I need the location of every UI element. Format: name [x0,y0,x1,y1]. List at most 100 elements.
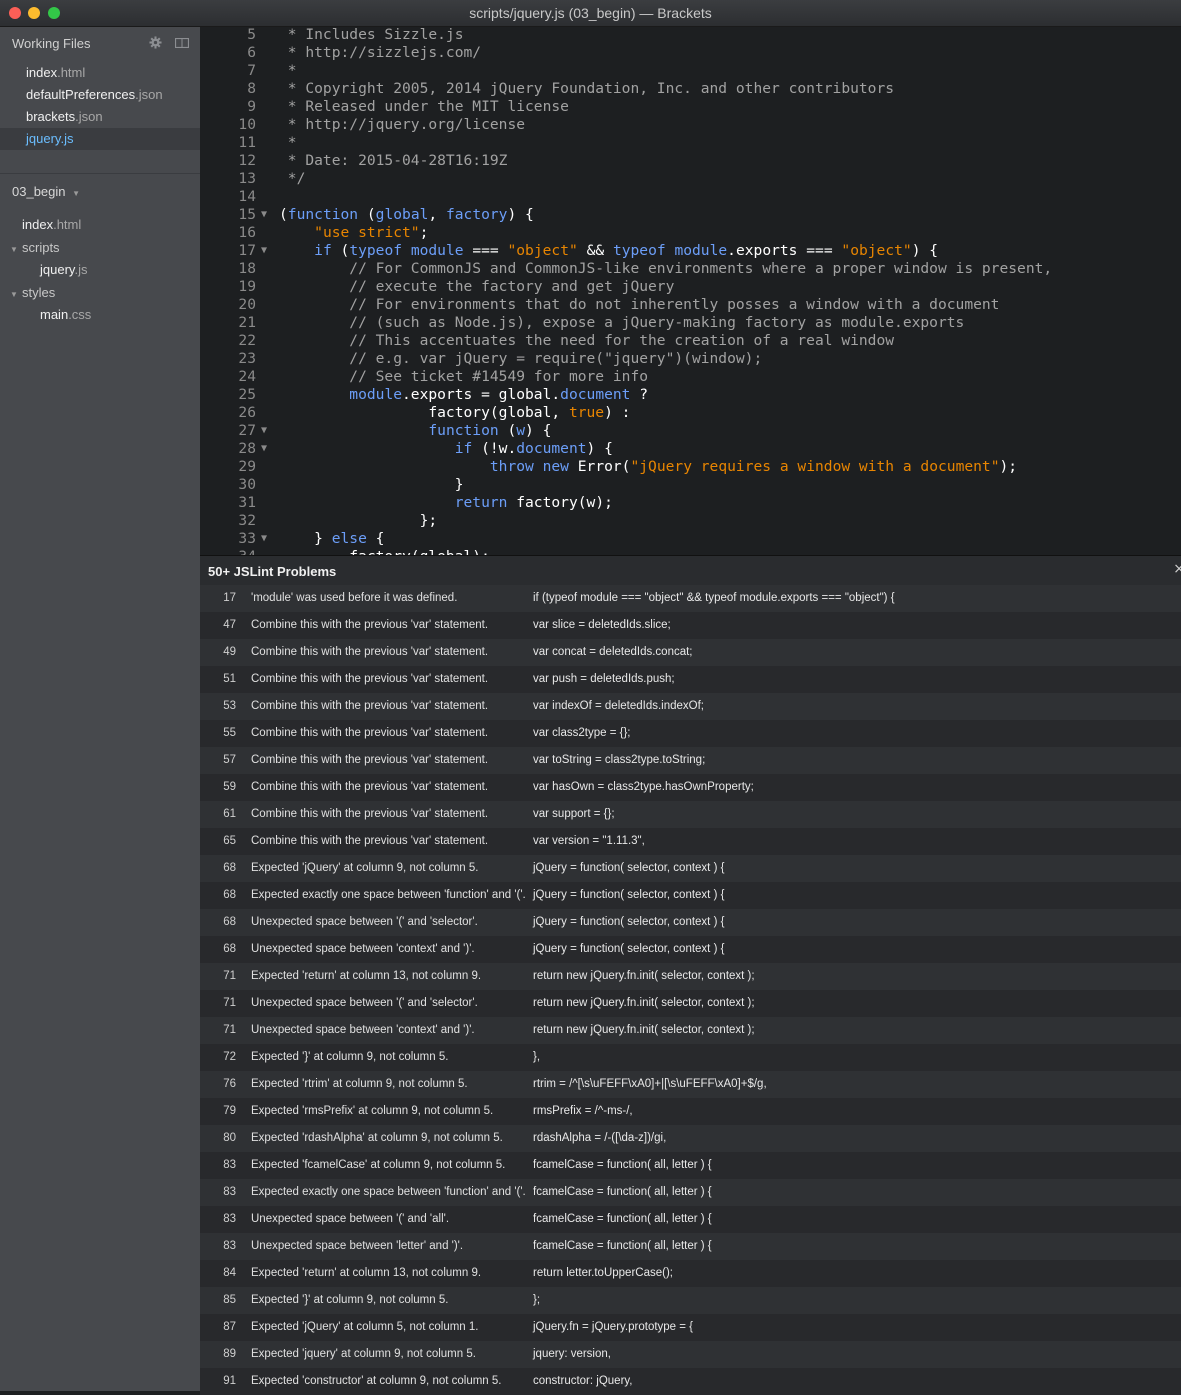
problem-row[interactable]: 68 Unexpected space between 'context' and… [200,936,1181,963]
problem-row[interactable]: 72 Expected '}' at column 9, not column 5… [200,1044,1181,1071]
problem-message: Expected 'jQuery' at column 5, not colum… [251,1321,479,1333]
problem-line-number: 89 [223,1348,236,1360]
code-line: 31 return factory(w); [200,494,1181,512]
problem-row[interactable]: 83 Expected 'fcamelCase' at column 9, not… [200,1152,1181,1179]
working-file-item[interactable]: index.html [0,62,200,84]
code-editor[interactable]: 5 * Includes Sizzle.js 6 * http://sizzlej… [200,27,1181,555]
problem-message: Expected 'return' at column 13, not colu… [251,970,482,982]
code-token: typeof [349,242,403,259]
problem-row[interactable]: 89 Expected 'jquery' at column 9, not col… [200,1341,1181,1368]
code-token: "object" [841,242,912,259]
problem-row[interactable]: 17 'module' was used before it was define… [200,585,1181,612]
code-line: 21 // (such as Node.js), expose a jQuery… [200,314,1181,332]
code-token: "use strict" [314,224,420,241]
line-number: 31 [238,494,256,511]
problem-row[interactable]: 83 Unexpected space between '(' and 'all'… [200,1206,1181,1233]
code-token: , [428,206,446,223]
problem-row[interactable]: 59 Combine this with the previous 'var' s… [200,774,1181,801]
code-token: * Includes Sizzle.js [279,27,464,43]
problem-row[interactable]: 71 Unexpected space between '(' and 'sele… [200,990,1181,1017]
code-line: 13 */ [200,170,1181,188]
code-token: * Copyright 2005, 2014 jQuery Foundation… [279,80,895,97]
code-line: 22 // This accentuates the need for the … [200,332,1181,350]
fold-arrow-icon[interactable]: ▼ [261,422,267,440]
tree-item-name: jquery [40,262,75,277]
file-name: brackets.json [26,109,103,124]
problem-line-number: 68 [223,916,236,928]
problem-row[interactable]: 83 Unexpected space between 'letter' and … [200,1233,1181,1260]
problem-row[interactable]: 71 Expected 'return' at column 13, not co… [200,963,1181,990]
code-line: 26 factory(global, true) : [200,404,1181,422]
problem-row[interactable]: 55 Combine this with the previous 'var' s… [200,720,1181,747]
problem-row[interactable]: 68 Unexpected space between '(' and 'sele… [200,909,1181,936]
problem-row[interactable]: 79 Expected 'rmsPrefix' at column 9, not … [200,1098,1181,1125]
fold-arrow-icon[interactable]: ▼ [261,440,267,458]
problem-row[interactable]: 87 Expected 'jQuery' at column 5, not col… [200,1314,1181,1341]
problem-line-number: 87 [223,1321,236,1333]
line-number: 23 [238,350,256,367]
problem-code: return new jQuery.fn.init( selector, con… [533,1024,755,1036]
line-number: 32 [238,512,256,529]
problem-row[interactable]: 53 Combine this with the previous 'var' s… [200,693,1181,720]
file-extension: .json [75,109,103,124]
code-line: 23 // e.g. var jQuery = require("jquery"… [200,350,1181,368]
working-file-item[interactable]: defaultPreferences.json [0,84,200,106]
code-token: * [279,134,297,151]
line-number: 17 [238,242,256,259]
code-line: 16 "use strict"; [200,224,1181,242]
problem-line-number: 84 [223,1267,236,1279]
code-token: w [516,422,526,439]
problem-code: var support = {}; [533,808,615,820]
tree-file[interactable]: jquery.js [40,259,87,281]
project-dropdown[interactable]: 03_begin ▼ [12,184,80,199]
tree-file[interactable]: index.html [22,214,81,236]
gear-icon[interactable] [149,36,162,49]
problem-message: Expected 'fcamelCase' at column 9, not c… [251,1159,506,1171]
fold-arrow-icon[interactable]: ▼ [261,242,267,260]
code-text: * [279,134,297,152]
tree-file[interactable]: main.css [40,304,91,326]
code-text: * http://sizzlejs.com/ [279,44,481,62]
working-file-item[interactable]: jquery.js [0,128,200,150]
problem-line-number: 80 [223,1132,236,1144]
code-line: 25 module.exports = global.document ? [200,386,1181,404]
problem-row[interactable]: 76 Expected 'rtrim' at column 9, not colu… [200,1071,1181,1098]
problem-code: jQuery = function( selector, context ) { [533,862,725,874]
problem-row[interactable]: 61 Combine this with the previous 'var' s… [200,801,1181,828]
problem-message: Unexpected space between 'letter' and ')… [251,1240,464,1252]
tree-folder[interactable]: ▼ styles [10,282,55,304]
problem-row[interactable]: 57 Combine this with the previous 'var' s… [200,747,1181,774]
fold-arrow-icon[interactable]: ▼ [261,530,267,548]
problem-row[interactable]: 49 Combine this with the previous 'var' s… [200,639,1181,666]
problem-row[interactable]: 80 Expected 'rdashAlpha' at column 9, not… [200,1125,1181,1152]
problem-row[interactable]: 84 Expected 'return' at column 13, not co… [200,1260,1181,1287]
problem-row[interactable]: 65 Combine this with the previous 'var' s… [200,828,1181,855]
problem-line-number: 72 [223,1051,236,1063]
problem-code: return letter.toUpperCase(); [533,1267,673,1279]
fold-arrow-icon[interactable]: ▼ [261,206,267,224]
problem-message: Unexpected space between 'context' and '… [251,1024,475,1036]
problem-row[interactable]: 71 Unexpected space between 'context' and… [200,1017,1181,1044]
problem-row[interactable]: 47 Combine this with the previous 'var' s… [200,612,1181,639]
problem-line-number: 83 [223,1186,236,1198]
problem-row[interactable]: 68 Expected 'jQuery' at column 9, not col… [200,855,1181,882]
tree-folder[interactable]: ▼ scripts [10,237,60,259]
problem-message: 'module' was used before it was defined. [251,592,458,604]
code-token: * Date: 2015-04-28T16:19Z [279,152,508,169]
problem-row[interactable]: 68 Expected exactly one space between 'fu… [200,882,1181,909]
code-token: module [410,242,464,259]
problem-row[interactable]: 83 Expected exactly one space between 'fu… [200,1179,1181,1206]
code-line: 20 // For environments that do not inher… [200,296,1181,314]
code-token: document [560,386,631,403]
working-file-item[interactable]: brackets.json [0,106,200,128]
line-number: 7 [247,62,256,79]
problem-line-number: 61 [223,808,236,820]
close-icon[interactable]: × [1173,561,1181,577]
code-token: === [463,242,508,259]
problem-row[interactable]: 85 Expected '}' at column 9, not column 5… [200,1287,1181,1314]
split-view-icon[interactable] [175,38,189,48]
line-number: 20 [238,296,256,313]
problem-row[interactable]: 51 Combine this with the previous 'var' s… [200,666,1181,693]
